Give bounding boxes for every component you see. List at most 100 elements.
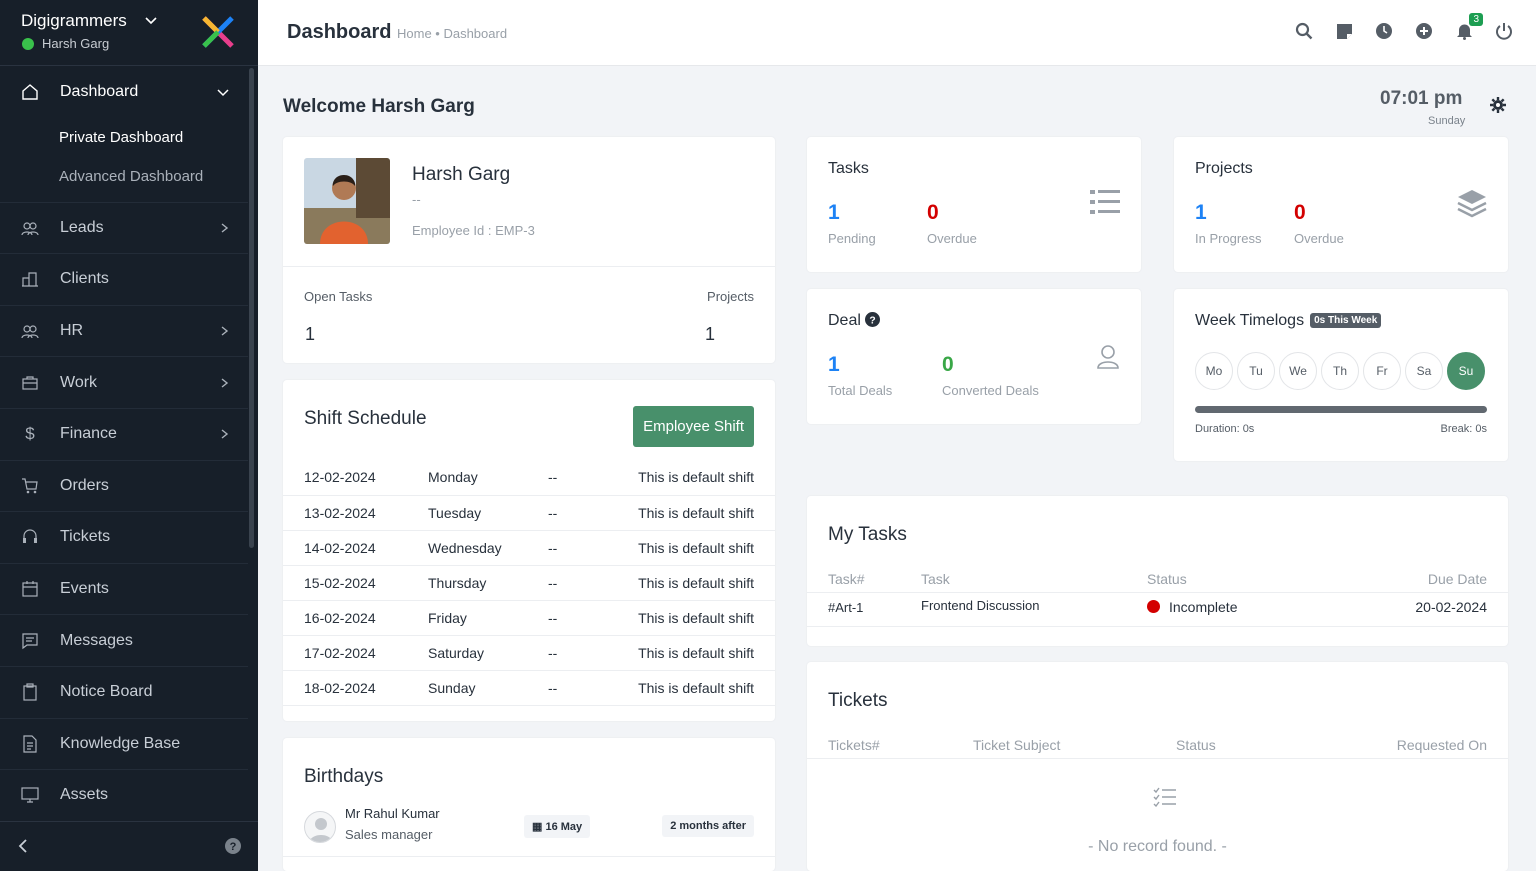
tasks-pending-label: Pending	[828, 231, 876, 246]
sidebar-item-dashboard[interactable]: Dashboard	[0, 66, 248, 118]
settings-gear-icon[interactable]	[1489, 96, 1507, 114]
deal-total-count[interactable]: 1	[828, 353, 840, 377]
deal-title: Deal ?	[828, 312, 881, 330]
sidebar-item-hr[interactable]: HR	[0, 306, 248, 358]
task-due-date: 20-02-2024	[1415, 599, 1487, 615]
employee-shift-button[interactable]: Employee Shift	[633, 406, 754, 447]
day-sa[interactable]: Sa	[1405, 352, 1443, 390]
shift-schedule-card: Shift Schedule Employee Shift 12-02-2024…	[283, 380, 775, 721]
day-fr[interactable]: Fr	[1363, 352, 1401, 390]
add-circle-icon[interactable]	[1414, 20, 1434, 42]
tasks-overdue-count[interactable]: 0	[927, 201, 939, 225]
birthdays-card: Birthdays Mr Rahul Kumar Sales manager ▦…	[283, 738, 775, 871]
avatar[interactable]	[304, 811, 336, 843]
sidebar-item-work[interactable]: Work	[0, 357, 248, 409]
sidebar-item-notice-board[interactable]: Notice Board	[0, 667, 248, 719]
shift-date: 17-02-2024	[283, 635, 428, 671]
sidebar-subitem-advanced-dashboard[interactable]: Advanced Dashboard	[0, 157, 248, 196]
sticky-note-icon[interactable]	[1334, 20, 1354, 42]
chevron-right-icon	[221, 429, 229, 439]
deal-total-label: Total Deals	[828, 383, 893, 398]
projects-count[interactable]: 1	[705, 324, 715, 345]
notification-bell-icon[interactable]: 3	[1454, 13, 1483, 42]
sidebar-item-tickets[interactable]: Tickets	[0, 512, 248, 564]
calendar-icon	[20, 579, 40, 599]
sidebar-item-finance[interactable]: $ Finance	[0, 409, 248, 461]
sidebar-item-label: Orders	[60, 476, 109, 494]
clock-time: 07:01 pm	[1380, 88, 1463, 109]
column-header: Status	[1176, 737, 1216, 753]
open-tasks-count[interactable]: 1	[305, 324, 315, 345]
users-icon	[20, 218, 40, 238]
help-icon[interactable]: ?	[225, 838, 241, 854]
day-tu[interactable]: Tu	[1237, 352, 1275, 390]
sidebar-item-assets[interactable]: Assets	[0, 770, 248, 822]
shift-table: 12-02-2024 Monday -- This is default shift …	[283, 460, 775, 706]
profile-name[interactable]: Harsh Garg	[412, 164, 510, 186]
table-row: 17-02-2024 Saturday -- This is default shif…	[283, 635, 775, 671]
sidebar-footer: ?	[0, 821, 258, 871]
projects-overdue-label: Overdue	[1294, 231, 1344, 246]
weekday-selector: Mo Tu We Th Fr Sa Su	[1195, 352, 1485, 390]
profile-employee-id: Employee Id : EMP-3	[412, 223, 535, 238]
timelog-progress-bar	[1195, 406, 1487, 413]
layers-icon	[1457, 190, 1487, 218]
shift-name: This is default shift	[633, 635, 775, 671]
my-tasks-title: My Tasks	[828, 524, 907, 545]
page-title: Dashboard	[287, 21, 392, 43]
day-su[interactable]: Su	[1447, 352, 1485, 390]
birthday-date-badge: ▦ 16 May	[524, 815, 591, 838]
question-circle-icon[interactable]: ?	[865, 312, 881, 327]
birthday-person-name[interactable]: Mr Rahul Kumar	[345, 806, 440, 821]
cart-icon	[20, 476, 40, 496]
tasks-overdue-label: Overdue	[927, 231, 977, 246]
brand-header[interactable]: Digigrammers Harsh Garg	[0, 0, 258, 66]
building-icon	[20, 269, 40, 289]
online-status-icon	[22, 37, 34, 50]
shift-day: Wednesday	[428, 530, 548, 566]
tasks-pending-count[interactable]: 1	[828, 201, 840, 225]
shift-name: This is default shift	[633, 530, 775, 566]
chevron-right-icon	[221, 378, 229, 388]
task-status: Incomplete	[1147, 599, 1237, 615]
table-row: 16-02-2024 Friday -- This is default shift	[283, 600, 775, 636]
table-row: 15-02-2024 Thursday -- This is default shif…	[283, 565, 775, 601]
sidebar-item-events[interactable]: Events	[0, 564, 248, 616]
day-we[interactable]: We	[1279, 352, 1317, 390]
search-icon[interactable]	[1294, 20, 1314, 42]
projects-title: Projects	[1195, 160, 1253, 177]
svg-text:?: ?	[870, 315, 876, 326]
tasks-title: Tasks	[828, 160, 869, 177]
deal-converted-label: Converted Deals	[942, 383, 1039, 398]
power-icon[interactable]	[1494, 20, 1514, 42]
shift-date: 18-02-2024	[283, 670, 428, 706]
sidebar-item-label: Assets	[60, 786, 109, 804]
chevron-down-icon[interactable]	[144, 13, 158, 27]
shift-day: Tuesday	[428, 495, 548, 531]
day-th[interactable]: Th	[1321, 352, 1359, 390]
sidebar-scrollbar[interactable]	[249, 68, 254, 548]
sidebar-item-knowledge-base[interactable]: Knowledge Base	[0, 719, 248, 771]
profile-avatar[interactable]	[304, 158, 390, 244]
shift-date: 12-02-2024	[283, 460, 428, 496]
day-mo[interactable]: Mo	[1195, 352, 1233, 390]
deal-converted-count[interactable]: 0	[942, 353, 954, 377]
breadcrumb[interactable]: Home • Dashboard	[397, 26, 507, 41]
task-name-link[interactable]: Frontend Discussion	[921, 598, 1040, 613]
svg-text:?: ?	[230, 841, 237, 853]
shift-time: --	[548, 670, 633, 706]
clock-icon[interactable]	[1374, 20, 1394, 42]
sidebar-item-clients[interactable]: Clients	[0, 254, 248, 306]
collapse-sidebar-icon[interactable]	[16, 838, 30, 854]
table-row: #Art-1 Frontend Discussion Incomplete 20…	[807, 593, 1508, 627]
projects-in-progress-count[interactable]: 1	[1195, 201, 1207, 225]
sidebar-item-orders[interactable]: Orders	[0, 461, 248, 513]
sidebar-item-leads[interactable]: Leads	[0, 203, 248, 255]
sidebar-item-messages[interactable]: Messages	[0, 615, 248, 667]
sidebar-subitem-private-dashboard[interactable]: Private Dashboard	[0, 118, 248, 157]
projects-overdue-count[interactable]: 0	[1294, 201, 1306, 225]
dashboard-submenu: Private Dashboard Advanced Dashboard	[0, 118, 248, 203]
company-name[interactable]: Digigrammers	[21, 11, 127, 31]
shift-day: Saturday	[428, 635, 548, 671]
notification-badge: 3	[1469, 13, 1483, 26]
